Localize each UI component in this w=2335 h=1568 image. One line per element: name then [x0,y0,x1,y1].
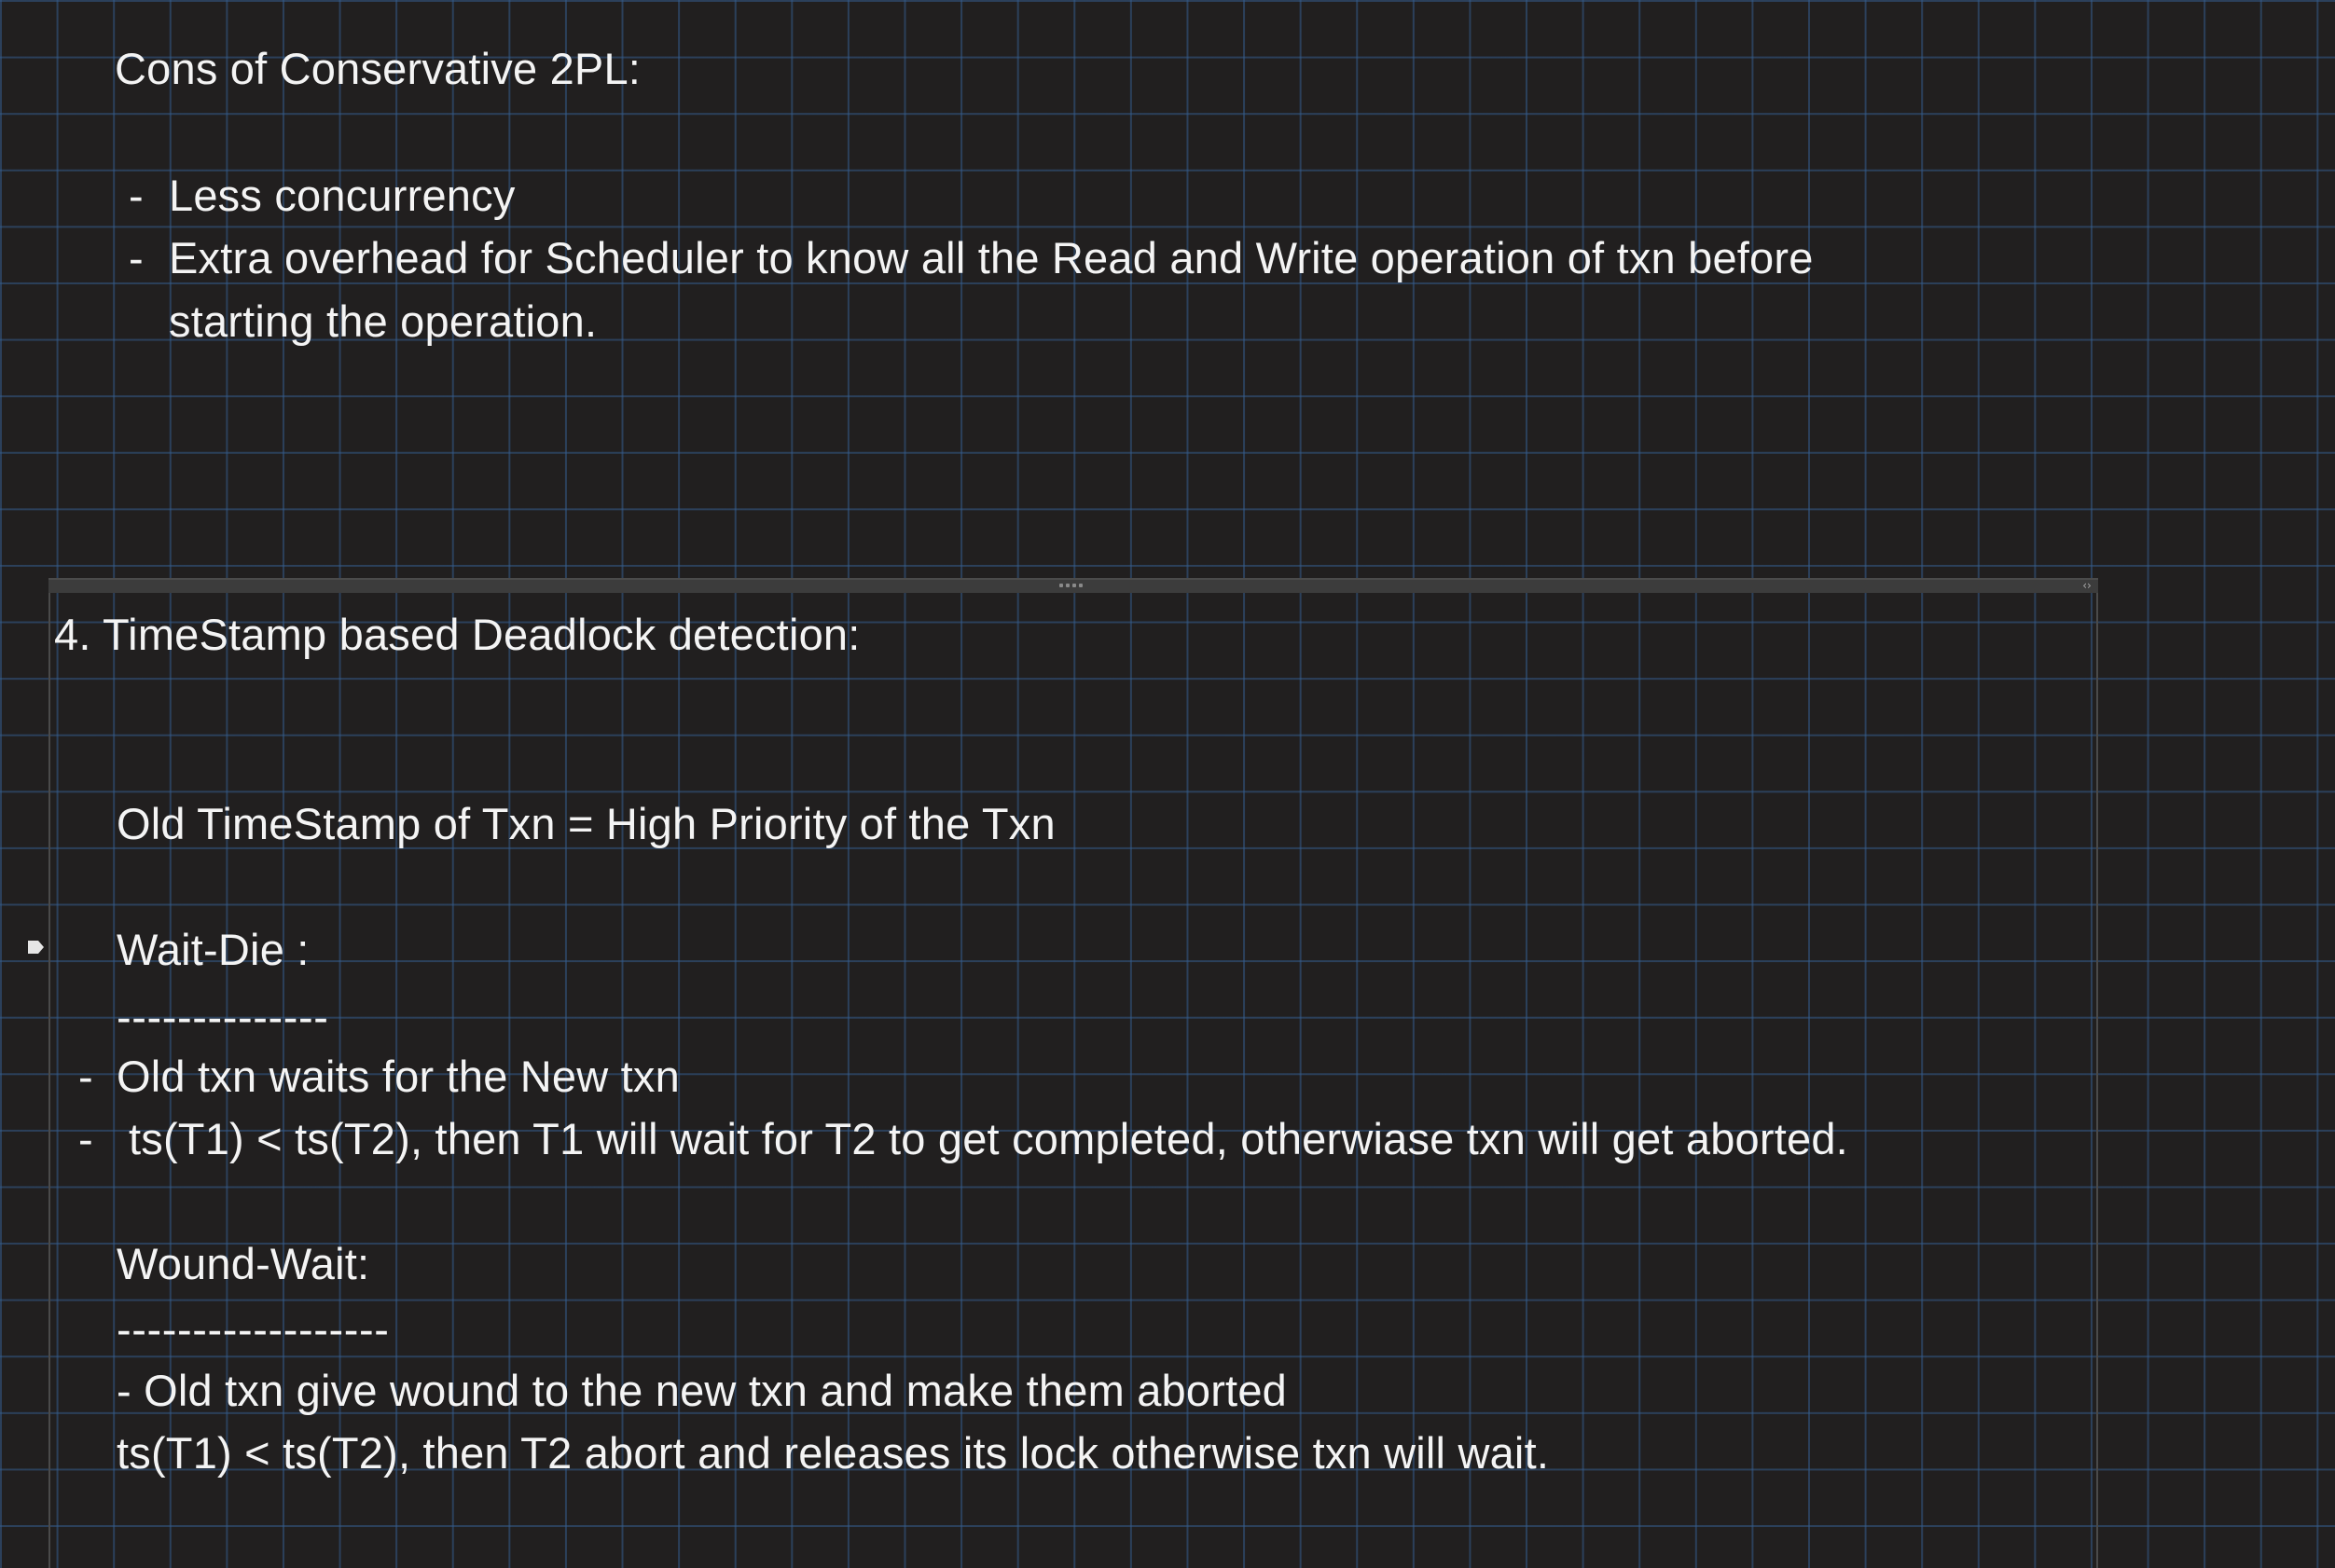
section-heading: 4. TimeStamp based Deadlock detection: [54,610,861,659]
wound-wait-line-2: ts(T1) < ts(T2), then T2 abort and relea… [117,1428,1550,1478]
wound-wait-line-1: - Old txn give wound to the new txn and … [117,1366,1287,1415]
grip-dots-icon[interactable] [1059,582,1087,589]
wait-die-heading: Wait-Die : [117,925,310,974]
cons-heading: Cons of Conservative 2PL: [115,44,642,93]
bullet-dash: - [78,1052,93,1101]
bullet-dash: - [78,1114,93,1163]
bullet-dash: - [129,233,144,282]
wait-die-underline: -------------- [117,992,329,1041]
wait-die-item-2: ts(T1) < ts(T2), then T1 will wait for T… [129,1114,1848,1163]
wound-wait-heading: Wound-Wait: [117,1239,370,1288]
cons-item-2: Extra overhead for Scheduler to know all… [169,233,1814,282]
wound-wait-underline: ------------------ [117,1304,390,1354]
wait-die-item-1: Old txn waits for the New txn [117,1052,680,1101]
cons-item-1: Less concurrency [169,171,516,220]
priority-line: Old TimeStamp of Txn = High Priority of … [117,799,1056,848]
bullet-dash: - [129,171,144,220]
paragraph-marker-icon[interactable] [26,938,45,956]
cons-item-2-continuation: starting the operation. [169,296,598,346]
resize-arrows-icon[interactable]: ‹› [2078,578,2096,593]
